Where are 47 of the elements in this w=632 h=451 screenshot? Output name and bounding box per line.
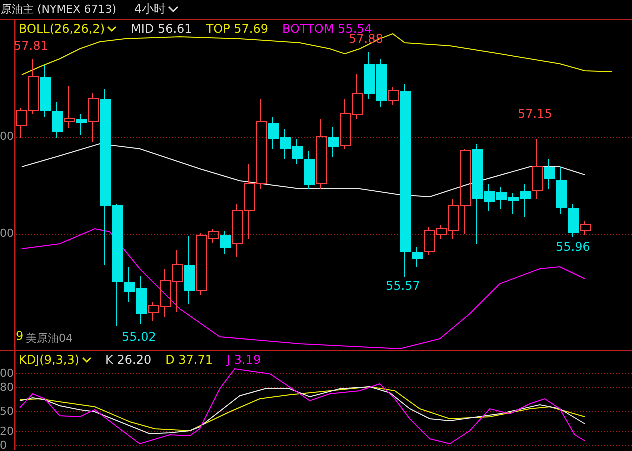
indicator-value: TOP 57.69 (206, 22, 269, 36)
rising-candlestick (64, 86, 75, 128)
falling-candlestick (496, 186, 507, 210)
falling-candlestick (268, 116, 279, 150)
low-price-label: 55.96 (556, 240, 590, 254)
contract-code: 9 (16, 329, 24, 343)
falling-candlestick (364, 52, 375, 100)
caret-icon (168, 6, 180, 13)
falling-candlestick (376, 58, 387, 108)
kdj-axis-label: 50 (0, 405, 14, 419)
rising-candlestick (316, 118, 327, 190)
rising-candlestick (232, 204, 243, 258)
falling-candlestick (568, 204, 579, 238)
falling-candlestick (76, 114, 87, 136)
falling-candlestick (328, 126, 339, 158)
rising-candlestick (352, 74, 363, 120)
high-price-label: 57.88 (349, 32, 384, 46)
falling-candlestick (280, 128, 291, 160)
low-price-label: 55.57 (386, 279, 420, 293)
falling-candlestick (184, 236, 195, 304)
instrument-title: 原油主 (NYMEX 6713) (1, 2, 116, 17)
rising-candlestick (88, 92, 99, 142)
high-price-label: 57.15 (518, 107, 552, 121)
rising-candlestick (532, 138, 543, 200)
indicator-dropdown[interactable]: BOLL(26,26,2) (19, 22, 118, 36)
falling-candlestick (136, 276, 147, 324)
kdj-axis-label: 00 (0, 367, 14, 381)
falling-candlestick (220, 230, 231, 254)
indicator-dropdown[interactable]: KDJ(9,3,3) (19, 353, 92, 367)
kdj-axis-label: 0 (0, 439, 8, 451)
kdj-axis-label: 20 (0, 425, 14, 439)
indicator-value: MID 56.61 (131, 22, 192, 36)
rising-candlestick (388, 86, 399, 106)
price-axis-label: 00 (0, 227, 14, 241)
indicator-value: J 3.19 (227, 353, 262, 367)
low-price-label: 55.02 (122, 330, 156, 344)
rising-candlestick (580, 220, 591, 236)
caret-icon (82, 356, 92, 364)
kdj-axis-label: 80 (0, 381, 14, 395)
indicator-value: D 37.71 (166, 353, 214, 367)
rising-candlestick (172, 250, 183, 312)
contract-name: 美原油04 (26, 332, 73, 346)
period-dropdown[interactable]: 4小时 (134, 1, 180, 18)
indicator-value: K 26.20 (106, 353, 152, 367)
caret-icon (107, 26, 118, 32)
rising-candlestick (340, 98, 351, 150)
price-axis-label: 00 (0, 130, 14, 144)
